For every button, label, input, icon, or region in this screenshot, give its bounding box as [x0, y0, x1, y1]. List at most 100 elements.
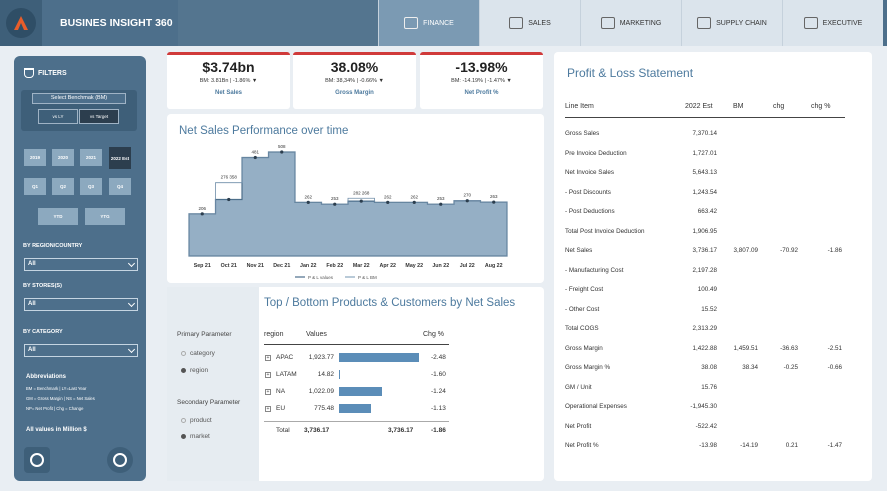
- x-tick-label: Oct 21: [221, 263, 237, 269]
- pl-line-item: Gross Margin %: [565, 364, 611, 371]
- data-point[interactable]: [200, 212, 204, 216]
- bm-vs-target-button[interactable]: vs Target: [79, 109, 119, 124]
- ytg-button[interactable]: YTG: [85, 208, 125, 225]
- data-point[interactable]: [253, 155, 257, 160]
- data-point[interactable]: [439, 202, 443, 206]
- pl-col-chg[interactable]: chg: [773, 103, 784, 110]
- net-sales-chart: 206 Sep 21 276 358 Oct 21 481 Nov 21 508 Dec 21…: [188, 144, 508, 280]
- tab-sales[interactable]: SALES: [479, 0, 580, 46]
- value-bar: [339, 387, 382, 396]
- region-dropdown[interactable]: All: [24, 258, 138, 271]
- tab-marketing[interactable]: MARKETING: [580, 0, 681, 46]
- data-point[interactable]: [333, 202, 337, 206]
- pl-est: 15.76: [701, 383, 717, 391]
- x-tick-label: Jul 22: [460, 263, 475, 269]
- radio-category[interactable]: category: [181, 350, 215, 357]
- quarter-button[interactable]: Q1: [24, 178, 46, 195]
- tab-executive[interactable]: EXECUTIVE: [782, 0, 883, 46]
- col-chg[interactable]: Chg %: [423, 331, 444, 338]
- expand-icon[interactable]: +: [265, 372, 271, 378]
- data-label: 253: [437, 196, 445, 201]
- pl-chgp: -0.66: [827, 364, 842, 371]
- pl-est: 2,197.28: [692, 266, 717, 274]
- col-values[interactable]: Values: [306, 331, 327, 338]
- pl-col-line-item[interactable]: Line Item: [565, 103, 594, 110]
- home-icon[interactable]: [24, 447, 50, 473]
- data-label: 206: [198, 206, 206, 211]
- quarter-button[interactable]: Q4: [109, 178, 131, 195]
- x-tick-label: Nov 21: [247, 263, 264, 269]
- pl-est: -1,945.30: [690, 403, 717, 410]
- total-chg: -1.86: [431, 427, 446, 434]
- data-point[interactable]: [412, 200, 416, 204]
- kpi-label: Gross Margin: [335, 90, 374, 96]
- ytd-button[interactable]: YTD: [38, 208, 78, 225]
- pl-est: 38.08: [701, 364, 717, 371]
- year-button[interactable]: 2021: [80, 149, 102, 166]
- x-tick-label: Mar 22: [353, 263, 370, 269]
- quarter-button[interactable]: Q3: [80, 178, 102, 195]
- expand-icon[interactable]: +: [265, 355, 271, 361]
- x-tick-label: Apr 22: [380, 263, 397, 269]
- secondary-parameter-label: Secondary Parameter: [177, 399, 241, 406]
- info-icon[interactable]: [107, 447, 133, 473]
- kpi-value: $3.74bn: [202, 59, 255, 75]
- data-point[interactable]: [227, 197, 231, 202]
- pl-col-est[interactable]: 2022 Est: [685, 103, 713, 110]
- abbreviation-line: BM = Benchmark | LY=Last Year: [26, 386, 87, 391]
- x-tick-label: Jun 22: [432, 263, 449, 269]
- pl-line-item: Gross Sales: [565, 130, 600, 137]
- filters-sidebar: FILTERS Select Benchmak (BM) vs LY vs Ta…: [14, 56, 146, 481]
- pl-col-bm[interactable]: BM: [733, 103, 744, 110]
- year-button[interactable]: 2019: [24, 149, 46, 166]
- pl-col-chgp[interactable]: chg %: [811, 103, 830, 110]
- abbreviation-line: GM = Gross Margin | NS = Net Sales: [26, 396, 95, 401]
- year-button[interactable]: 2020: [52, 149, 74, 166]
- chevron-down-icon: [127, 345, 136, 354]
- marketing-icon: [600, 17, 615, 29]
- data-label: 262: [410, 194, 418, 199]
- pl-line-item: - Other Cost: [565, 305, 600, 313]
- radio-product[interactable]: product: [181, 417, 212, 424]
- top-bottom-title: Top / Bottom Products & Customers by Net…: [264, 297, 516, 309]
- data-point[interactable]: [359, 199, 363, 203]
- pl-line-item: - Post Discounts: [565, 188, 611, 196]
- quarter-button[interactable]: Q2: [52, 178, 74, 195]
- pl-est: 7,370.14: [692, 130, 717, 137]
- kpi-gross-margin: 38.08% BM: 38,34% | -0.66% ▼ Gross Margi…: [293, 52, 416, 109]
- pl-line-item: - Post Deductions: [565, 208, 615, 215]
- kpi-value: -13.98%: [455, 59, 508, 75]
- data-point[interactable]: [465, 199, 469, 203]
- data-point[interactable]: [386, 200, 390, 204]
- total-label: Total: [276, 427, 290, 434]
- value-bar: [339, 370, 340, 379]
- col-region[interactable]: region: [264, 331, 283, 338]
- category-dropdown[interactable]: All: [24, 344, 138, 357]
- data-label: 276 358: [221, 175, 238, 180]
- expand-icon[interactable]: +: [265, 406, 271, 412]
- bm-vs-ly-button[interactable]: vs LY: [38, 109, 78, 124]
- total-value-bar: 3,736.17: [388, 427, 414, 434]
- row-chg: -2.48: [431, 354, 446, 361]
- expand-icon[interactable]: +: [265, 389, 271, 395]
- pl-line-item: Pre Invoice Deduction: [565, 149, 627, 157]
- pl-line-item: Net Invoice Sales: [565, 169, 615, 176]
- data-label: 481: [251, 150, 259, 155]
- year-button[interactable]: 2022 Est: [109, 147, 131, 169]
- row-value: 775.48: [314, 405, 334, 412]
- radio-region[interactable]: region: [181, 367, 208, 374]
- data-point[interactable]: [492, 200, 496, 204]
- data-point[interactable]: [306, 200, 310, 204]
- radio-market[interactable]: market: [181, 433, 210, 440]
- tab-supply-chain[interactable]: SUPPLY CHAIN: [681, 0, 782, 46]
- data-point[interactable]: [280, 150, 284, 154]
- row-name: EU: [276, 405, 286, 412]
- finance-icon: [404, 17, 419, 29]
- pl-title: Profit & Loss Statement: [567, 66, 694, 80]
- stores-dropdown[interactable]: All: [24, 298, 138, 311]
- pl-line-item: Net Sales: [565, 247, 593, 254]
- tab-finance[interactable]: FINANCE: [378, 0, 479, 46]
- row-name: NA: [276, 388, 286, 395]
- pl-est: 15.52: [701, 305, 717, 313]
- data-label: 253: [331, 196, 339, 201]
